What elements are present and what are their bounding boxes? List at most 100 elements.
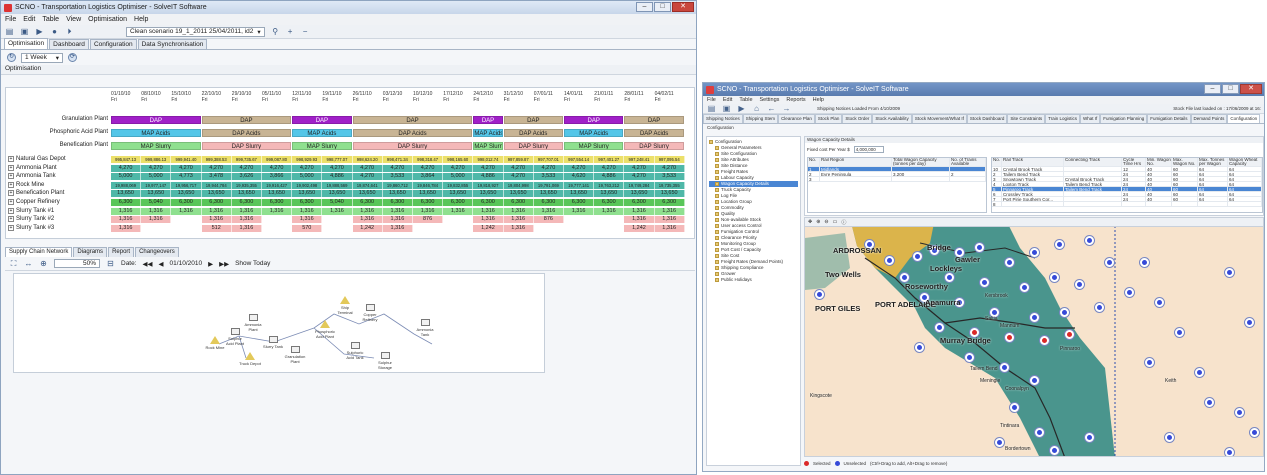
step-icon[interactable]: ⏵ bbox=[65, 27, 74, 36]
resource-cell[interactable]: 999,941.40 bbox=[171, 156, 202, 163]
station-marker[interactable] bbox=[1235, 408, 1244, 417]
table-cell[interactable]: 3 bbox=[992, 177, 1002, 181]
resource-row-label[interactable]: + Slurry Tank #2 bbox=[8, 216, 54, 223]
tab-shipping-notices[interactable]: Shipping Notices bbox=[703, 114, 743, 123]
table-cell[interactable]: 64 bbox=[1228, 172, 1262, 176]
zoom-in-icon[interactable]: ⊕ bbox=[816, 219, 820, 225]
table-cell[interactable] bbox=[1002, 202, 1064, 206]
scenario-select[interactable]: Clean scenario 19_1_2011 25/04/2011, id2… bbox=[126, 26, 265, 37]
resource-cell[interactable]: 19,902,498 bbox=[292, 181, 323, 189]
add-icon[interactable]: + bbox=[286, 27, 295, 36]
station-marker[interactable] bbox=[1060, 308, 1069, 317]
resource-cell[interactable]: 3,626 bbox=[231, 173, 262, 181]
open-icon[interactable]: ▤ bbox=[5, 27, 14, 36]
rail-network-map[interactable]: ✥ ⊕ ⊖ ▭ ⓘ ARDROSSAN Two Wells Bridge Gawler… bbox=[804, 217, 1264, 457]
expand-icon[interactable]: + bbox=[8, 199, 14, 205]
resource-cell[interactable]: 19,846,784 bbox=[413, 181, 444, 189]
branch-icon[interactable]: ⚲ bbox=[271, 27, 280, 36]
resource-cell[interactable]: 1,316 bbox=[473, 207, 504, 215]
schedule-bar[interactable]: DAP Acids bbox=[201, 129, 292, 137]
table-cell[interactable]: 40 bbox=[1146, 192, 1172, 196]
resource-cell[interactable]: 4,270 bbox=[231, 164, 262, 172]
selected-station-marker[interactable] bbox=[1065, 330, 1074, 339]
resource-cell[interactable]: 4,773 bbox=[171, 173, 202, 181]
resource-cell[interactable]: 19,944,784 bbox=[201, 181, 232, 189]
resource-cell[interactable]: 13,650 bbox=[564, 190, 595, 198]
tree-item[interactable]: Public Holidays bbox=[709, 277, 798, 283]
resource-cell[interactable]: 1,242 bbox=[473, 224, 504, 232]
resource-cell[interactable]: 6,300 bbox=[564, 199, 595, 206]
station-marker[interactable] bbox=[1035, 428, 1044, 437]
next-fast-icon[interactable]: ▶▶ bbox=[219, 260, 229, 268]
schedule-bar[interactable]: DAP Slurry bbox=[503, 142, 563, 150]
resource-cell[interactable]: 1,316 bbox=[473, 216, 504, 224]
resource-cell[interactable]: 876 bbox=[413, 216, 444, 224]
table-cell[interactable]: 64 bbox=[1228, 192, 1262, 196]
table-cell[interactable]: 7 bbox=[992, 197, 1002, 201]
table-cell[interactable]: 2 bbox=[808, 172, 820, 176]
resource-cell[interactable]: 19,988,069 bbox=[111, 181, 142, 189]
menu-item-edit[interactable]: Edit bbox=[23, 16, 35, 23]
resource-cell[interactable]: 1,316 bbox=[111, 207, 142, 215]
table-cell[interactable]: 1 bbox=[808, 167, 820, 171]
menu-item-table[interactable]: Table bbox=[42, 16, 59, 23]
resource-cell[interactable]: 1,316 bbox=[624, 216, 655, 224]
schedule-bar[interactable]: DAP Acids bbox=[503, 129, 563, 137]
tab-stock-dashboard[interactable]: Stock Dashboard bbox=[966, 114, 1008, 123]
table-cell[interactable]: 40 bbox=[1146, 177, 1172, 181]
resource-cell[interactable]: 998,012.74 bbox=[473, 156, 504, 163]
resource-row-label[interactable]: + Ammonia Tank bbox=[8, 173, 56, 180]
resource-cell[interactable]: 6,300 bbox=[171, 199, 202, 206]
resource-row-label[interactable]: + Rock Mine bbox=[8, 181, 44, 188]
schedule-bar[interactable]: DAP bbox=[564, 116, 624, 124]
close-button[interactable]: ✕ bbox=[672, 2, 694, 12]
resource-cell[interactable]: 13,650 bbox=[473, 190, 504, 198]
tab-report[interactable]: Report bbox=[108, 247, 135, 257]
station-marker[interactable] bbox=[913, 252, 922, 261]
resource-cell[interactable]: 19,804,998 bbox=[503, 181, 534, 189]
resource-cell[interactable]: 4,886 bbox=[594, 173, 625, 181]
resource-cell[interactable]: 997,095.54 bbox=[654, 156, 685, 163]
fixed-cost-input[interactable]: 4,000,000 bbox=[853, 146, 884, 153]
resource-cell[interactable]: 3,866 bbox=[262, 173, 293, 181]
schedule-bar[interactable]: DAP bbox=[624, 116, 684, 124]
station-marker[interactable] bbox=[1145, 358, 1154, 367]
resource-cell[interactable] bbox=[443, 224, 474, 232]
table-cell[interactable]: 12 bbox=[1122, 167, 1146, 171]
schedule-bar[interactable]: MAP Slurry bbox=[564, 142, 624, 150]
table-cell[interactable]: Crystal Brook Track bbox=[1002, 167, 1064, 171]
table-cell[interactable] bbox=[1172, 202, 1198, 206]
maximize-button[interactable]: □ bbox=[1222, 84, 1239, 94]
resource-cell[interactable]: 1,316 bbox=[382, 207, 413, 215]
table-cell[interactable]: 3 bbox=[808, 177, 820, 181]
resource-cell[interactable] bbox=[564, 216, 595, 224]
resource-cell[interactable]: 19,874,641 bbox=[352, 181, 383, 189]
resource-cell[interactable]: 19,749,284 bbox=[624, 181, 655, 189]
menu-item-view[interactable]: View bbox=[66, 16, 81, 23]
station-marker[interactable] bbox=[815, 290, 824, 299]
table-cell[interactable] bbox=[1198, 202, 1228, 206]
close-button[interactable]: ✕ bbox=[1240, 84, 1262, 94]
resource-cell[interactable]: 19,735,355 bbox=[654, 181, 685, 189]
network-node[interactable]: Granulation Plant bbox=[284, 346, 306, 364]
resource-cell[interactable]: 4,270 bbox=[352, 164, 383, 172]
info-icon[interactable]: ⓘ bbox=[841, 219, 846, 226]
resource-cell[interactable]: 13,650 bbox=[443, 190, 474, 198]
resource-cell[interactable]: 13,650 bbox=[201, 190, 232, 198]
station-marker[interactable] bbox=[1030, 376, 1039, 385]
resource-cell[interactable]: 1,316 bbox=[292, 216, 323, 224]
resource-row-label[interactable]: + Natural Gas Depot bbox=[8, 156, 66, 162]
subtab[interactable]: Configuration bbox=[703, 124, 1264, 132]
table-cell[interactable]: 40 bbox=[1146, 187, 1172, 191]
station-marker[interactable] bbox=[995, 438, 1004, 447]
tab-site-constraints[interactable]: Site Constraints bbox=[1007, 114, 1046, 123]
resource-cell[interactable]: 997,859.87 bbox=[503, 156, 534, 163]
resource-cell[interactable]: 19,888,569 bbox=[322, 181, 353, 189]
table-cell[interactable]: 6 bbox=[992, 192, 1002, 196]
resource-cell[interactable]: 1,316 bbox=[654, 224, 685, 232]
table-cell[interactable]: 60 bbox=[1172, 167, 1198, 171]
station-marker[interactable] bbox=[975, 243, 984, 252]
resource-row-label[interactable]: + Copper Refinery bbox=[8, 199, 60, 205]
tab-shipping-stem[interactable]: Shipping Stem bbox=[742, 114, 779, 123]
network-node[interactable]: Copper Refinery bbox=[359, 304, 381, 322]
